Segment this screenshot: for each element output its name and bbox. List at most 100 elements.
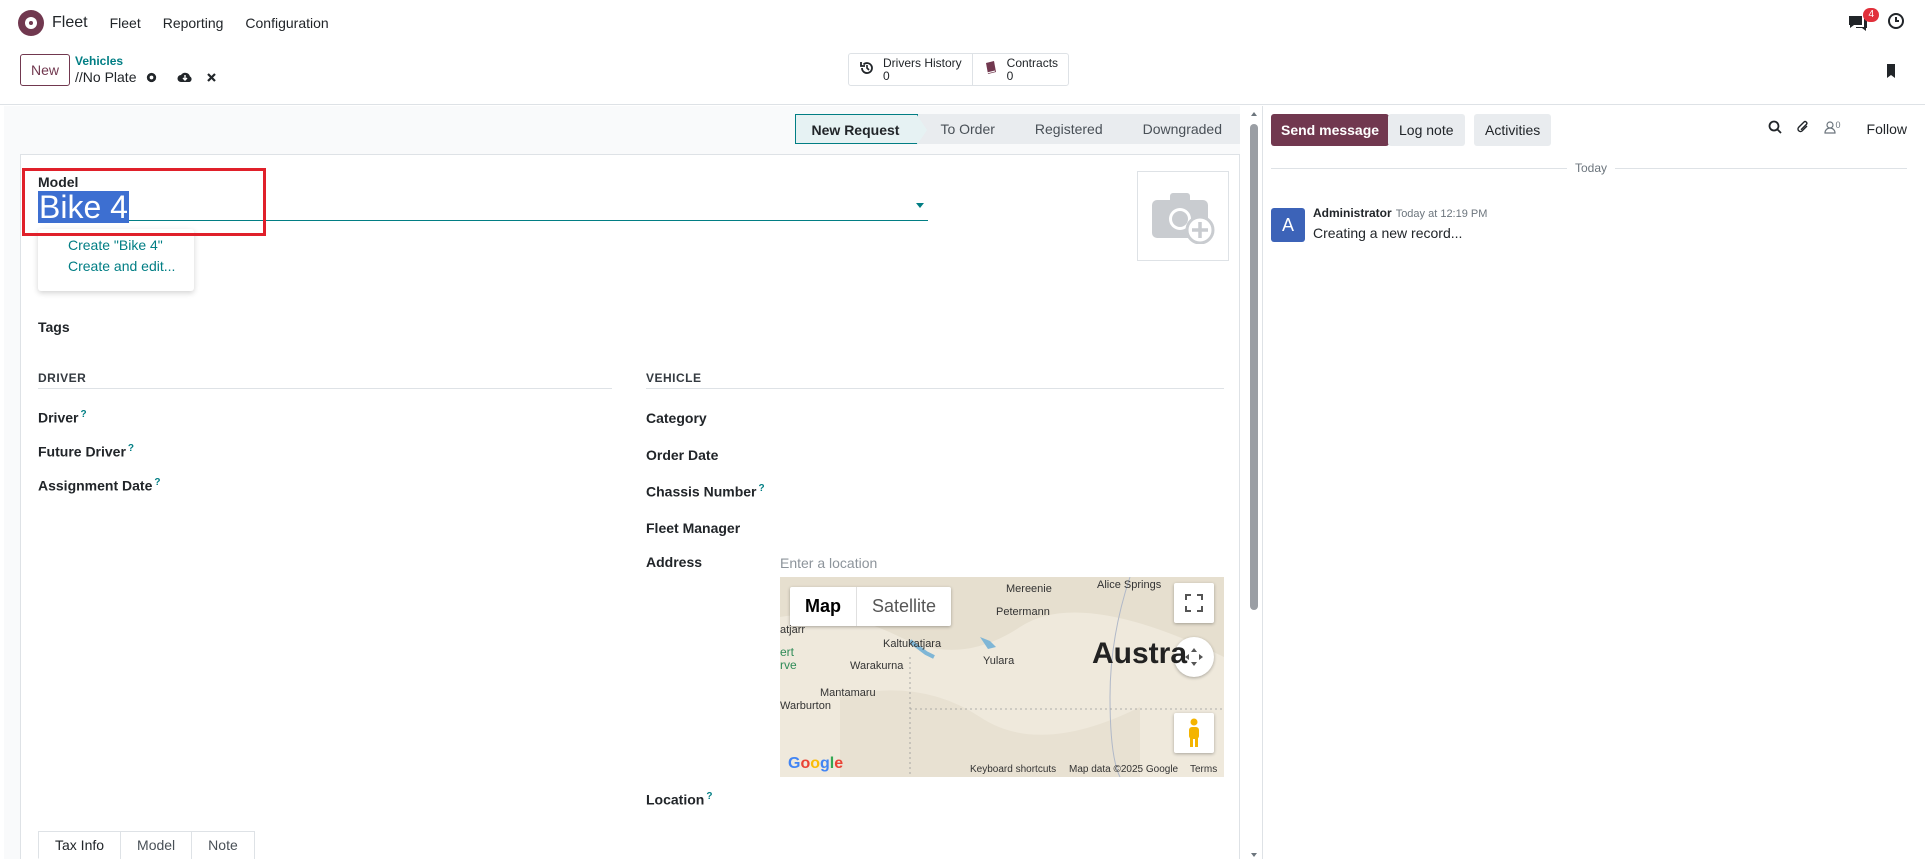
address-input[interactable]: Enter a location (780, 555, 877, 571)
location-label: Location? (646, 791, 713, 808)
send-message-button[interactable]: Send message (1271, 114, 1390, 146)
record-name: //No Plate (75, 69, 137, 85)
map-view-button[interactable]: Map (790, 587, 856, 626)
tags-label: Tags (38, 319, 70, 335)
map-label-atjarr: atjarr (780, 624, 806, 636)
breadcrumb-vehicles[interactable]: Vehicles (75, 54, 123, 68)
discard-icon[interactable] (206, 71, 217, 86)
tab-note[interactable]: Note (191, 831, 255, 859)
top-navbar: Fleet Fleet Reporting Configuration 4 (0, 0, 1925, 45)
menu-reporting[interactable]: Reporting (163, 15, 224, 31)
order-date-label: Order Date (646, 447, 719, 463)
stage-new-request[interactable]: New Request (794, 114, 928, 145)
vehicle-image-upload[interactable] (1137, 171, 1229, 261)
author-name[interactable]: Administrator (1313, 206, 1392, 220)
scroll-down-icon[interactable] (1250, 851, 1258, 859)
menu-configuration[interactable]: Configuration (245, 15, 328, 31)
camera-add-icon (1152, 193, 1215, 244)
followers-count: 0 (1835, 120, 1841, 131)
clock-icon[interactable] (1887, 12, 1905, 33)
map-label-australia: Austra (1092, 637, 1188, 670)
contracts-button[interactable]: Contracts 0 (973, 54, 1068, 85)
map-data-attribution: Map data ©2025 Google (1069, 764, 1179, 775)
highlight-box (22, 168, 266, 236)
map-label-yulara: Yulara (983, 655, 1015, 667)
notebook-tabs: Tax Info Model Note (38, 831, 255, 859)
google-map[interactable]: Map Satellite Mereenie Alice Springs Pet… (780, 577, 1224, 777)
gear-icon[interactable] (145, 71, 158, 87)
smart-buttons: Drivers History 0 Contracts 0 (848, 53, 1070, 86)
follow-button[interactable]: Follow (1867, 121, 1907, 137)
map-label-alice-springs: Alice Springs (1097, 579, 1162, 591)
book-icon (983, 60, 999, 79)
map-label-mantamaru: Mantamaru (820, 687, 876, 699)
drivers-history-count: 0 (883, 68, 890, 83)
notification-badge: 4 (1863, 7, 1879, 22)
followers-icon[interactable]: 0 (1823, 120, 1841, 137)
fullscreen-icon[interactable] (1174, 583, 1214, 623)
paperclip-icon[interactable] (1796, 120, 1810, 137)
autocomplete-dropdown: Create "Bike 4" Create and edit... (38, 229, 194, 291)
form-sheet: Model Bike 4 Create "Bike 4" Create and … (20, 154, 1240, 859)
chassis-number-label: Chassis Number? (646, 483, 765, 500)
create-and-edit-option[interactable]: Create and edit... (38, 256, 194, 277)
history-icon (859, 60, 875, 79)
message-body: Creating a new record... (1313, 225, 1463, 241)
message-date: Today at 12:19 PM (1395, 208, 1488, 220)
vehicle-section-title: VEHICLE (646, 371, 702, 385)
drivers-history-button[interactable]: Drivers History 0 (849, 54, 973, 85)
map-label-warburton: Warburton (780, 700, 831, 712)
vehicle-divider (646, 388, 1224, 389)
activities-button[interactable]: Activities (1474, 114, 1552, 146)
status-bar: New Request To Order Registered Downgrad… (794, 114, 1240, 145)
address-label: Address (646, 554, 703, 570)
map-label-mereenie: Mereenie (1006, 583, 1052, 595)
menu-fleet[interactable]: Fleet (110, 15, 141, 31)
tab-model[interactable]: Model (120, 831, 193, 859)
driver-label: Driver? (38, 409, 87, 426)
create-option[interactable]: Create "Bike 4" (38, 235, 194, 256)
map-type-toggle: Map Satellite (790, 587, 952, 626)
map-label-ert: ert (780, 645, 795, 659)
scroll-up-icon[interactable] (1250, 110, 1258, 118)
satellite-view-button[interactable]: Satellite (856, 587, 951, 626)
app-name[interactable]: Fleet (52, 14, 88, 32)
log-note-button[interactable]: Log note (1388, 114, 1465, 146)
save-cloud-icon[interactable] (177, 71, 193, 86)
category-label: Category (646, 410, 707, 426)
message-author: Administrator Today at 12:19 PM (1313, 206, 1487, 220)
contracts-label: Contracts (1006, 55, 1059, 70)
messages-icon[interactable]: 4 (1847, 7, 1879, 32)
fleet-app-icon[interactable] (18, 9, 44, 36)
date-separator-label: Today (1567, 161, 1616, 175)
bookmark-icon[interactable] (1885, 63, 1897, 82)
search-icon[interactable] (1768, 120, 1782, 137)
driver-divider (38, 388, 612, 389)
driver-section-title: DRIVER (38, 371, 87, 385)
stage-to-order[interactable]: To Order (918, 114, 1024, 144)
keyboard-shortcuts-link[interactable]: Keyboard shortcuts (970, 764, 1056, 775)
form-scrollbar[interactable] (1250, 110, 1258, 859)
terms-link[interactable]: Terms (1190, 764, 1217, 775)
tab-tax-info[interactable]: Tax Info (38, 831, 122, 859)
map-label-rve: rve (780, 658, 797, 672)
chevron-down-icon[interactable] (916, 203, 924, 208)
chatter-panel: Send message Log note Activities 0 Follo… (1262, 106, 1925, 859)
map-label-petermann: Petermann (996, 606, 1050, 618)
stage-registered[interactable]: Registered (1012, 114, 1131, 144)
new-button[interactable]: New (20, 54, 71, 86)
scroll-thumb[interactable] (1250, 124, 1258, 610)
drivers-history-label: Drivers History (883, 55, 962, 70)
map-label-warakurna: Warakurna (850, 660, 904, 672)
pegman-icon[interactable] (1174, 713, 1214, 753)
contracts-count: 0 (1006, 68, 1014, 83)
control-panel: New Vehicles //No Plate Drivers History … (0, 45, 1925, 105)
assignment-date-label: Assignment Date? (38, 477, 161, 494)
google-logo: Google (788, 755, 844, 772)
fleet-manager-label: Fleet Manager (646, 520, 741, 536)
chatter-tools: 0 Follow (1768, 120, 1907, 137)
avatar[interactable]: A (1271, 208, 1305, 242)
future-driver-label: Future Driver? (38, 443, 135, 460)
map-label-kaltukatjara: Kaltukatjara (883, 638, 942, 650)
stage-downgraded[interactable]: Downgraded (1120, 114, 1240, 144)
